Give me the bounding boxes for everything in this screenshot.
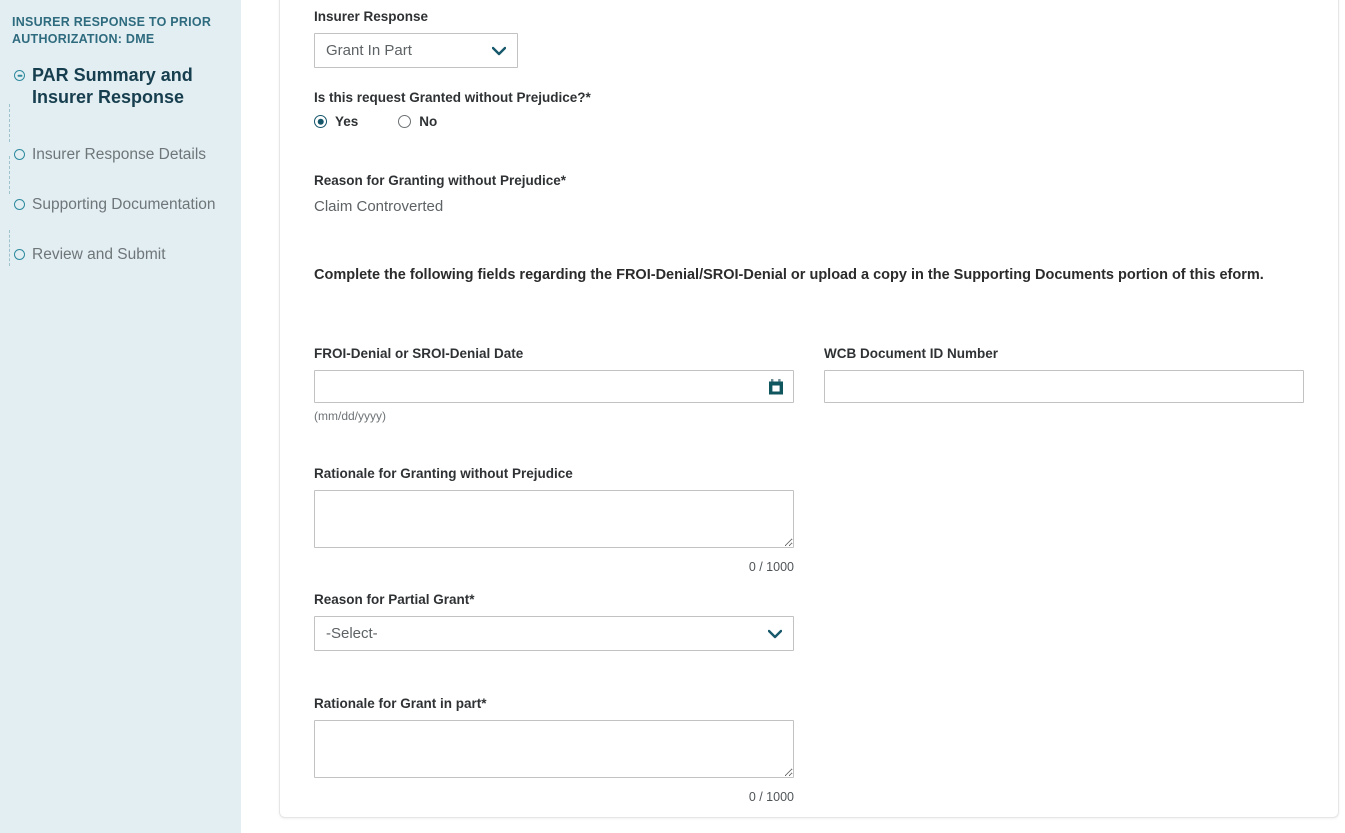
wcb-document-id-label: WCB Document ID Number xyxy=(824,345,1304,363)
sidebar-item-par-summary[interactable]: PAR Summary and Insurer Response xyxy=(10,64,223,108)
field-denial-date: FROI-Denial or SROI-Denial Date xyxy=(314,345,794,423)
main-content: Insurer Response Grant In Part Is this r… xyxy=(241,0,1345,833)
form-card: Insurer Response Grant In Part Is this r… xyxy=(279,0,1339,818)
step-pending-icon xyxy=(14,199,25,210)
denial-date-helper: (mm/dd/yyyy) xyxy=(314,409,794,423)
step-pending-icon xyxy=(14,249,25,260)
sidebar-item-label: PAR Summary and Insurer Response xyxy=(32,64,223,108)
step-connector-3 xyxy=(9,230,10,266)
radio-option-yes[interactable]: Yes xyxy=(314,114,358,129)
sidebar-item-supporting-documentation[interactable]: Supporting Documentation xyxy=(10,194,223,216)
sidebar-item-label: Review and Submit xyxy=(32,244,223,266)
reason-partial-grant-select[interactable]: -Select- xyxy=(314,616,794,651)
denial-date-input[interactable] xyxy=(314,370,794,403)
rationale-grant-in-part-label: Rationale for Grant in part* xyxy=(314,695,794,713)
insurer-response-value: Grant In Part xyxy=(314,33,518,68)
step-current-icon xyxy=(14,70,25,81)
sidebar-item-insurer-response-details[interactable]: Insurer Response Details xyxy=(10,144,223,166)
sidebar: INSURER RESPONSE TO PRIOR AUTHORIZATION:… xyxy=(0,0,241,833)
radio-option-no[interactable]: No xyxy=(398,114,437,129)
page-root: INSURER RESPONSE TO PRIOR AUTHORIZATION:… xyxy=(0,0,1345,833)
radio-yes-indicator[interactable] xyxy=(314,115,327,128)
field-wcb-document-id: WCB Document ID Number xyxy=(824,345,1304,423)
instruction-text: Complete the following fields regarding … xyxy=(314,259,1304,291)
granted-without-prejudice-radio-group: Yes No xyxy=(314,114,591,129)
sidebar-item-label: Insurer Response Details xyxy=(32,144,223,166)
reason-granting-label: Reason for Granting without Prejudice* xyxy=(314,172,566,190)
stepper-nav: PAR Summary and Insurer Response Insurer… xyxy=(10,64,223,266)
radio-no-indicator[interactable] xyxy=(398,115,411,128)
rationale-granting-label: Rationale for Granting without Prejudice xyxy=(314,465,794,483)
sidebar-item-review-and-submit[interactable]: Review and Submit xyxy=(10,244,223,266)
field-granted-without-prejudice: Is this request Granted without Prejudic… xyxy=(314,89,591,129)
rationale-grant-in-part-textarea[interactable] xyxy=(314,720,794,778)
insurer-response-select[interactable]: Grant In Part xyxy=(314,33,518,68)
radio-yes-label: Yes xyxy=(335,114,358,129)
sidebar-header: INSURER RESPONSE TO PRIOR AUTHORIZATION:… xyxy=(12,14,223,48)
reason-granting-value: Claim Controverted xyxy=(314,197,566,217)
insurer-response-label: Insurer Response xyxy=(314,8,518,26)
field-rationale-granting-without-prejudice: Rationale for Granting without Prejudice… xyxy=(314,465,794,574)
field-reason-granting-without-prejudice: Reason for Granting without Prejudice* C… xyxy=(314,172,566,217)
step-connector-1 xyxy=(9,104,10,142)
reason-partial-grant-label: Reason for Partial Grant* xyxy=(314,591,794,609)
step-pending-icon xyxy=(14,149,25,160)
rationale-grant-in-part-counter: 0 / 1000 xyxy=(314,790,794,804)
denial-date-input-wrap xyxy=(314,370,794,403)
reason-partial-grant-value: -Select- xyxy=(314,616,794,651)
field-rationale-grant-in-part: Rationale for Grant in part* 0 / 1000 xyxy=(314,695,794,804)
radio-no-label: No xyxy=(419,114,437,129)
granted-without-prejudice-label: Is this request Granted without Prejudic… xyxy=(314,89,591,107)
field-reason-partial-grant: Reason for Partial Grant* -Select- xyxy=(314,591,794,651)
denial-info-row: FROI-Denial or SROI-Denial Date xyxy=(314,345,1304,423)
calendar-icon[interactable] xyxy=(768,378,784,395)
step-connector-2 xyxy=(9,156,10,194)
denial-date-label: FROI-Denial or SROI-Denial Date xyxy=(314,345,794,363)
field-insurer-response: Insurer Response Grant In Part xyxy=(314,8,518,68)
rationale-granting-counter: 0 / 1000 xyxy=(314,560,794,574)
wcb-document-id-input[interactable] xyxy=(824,370,1304,403)
sidebar-item-label: Supporting Documentation xyxy=(32,194,223,216)
rationale-granting-textarea[interactable] xyxy=(314,490,794,548)
